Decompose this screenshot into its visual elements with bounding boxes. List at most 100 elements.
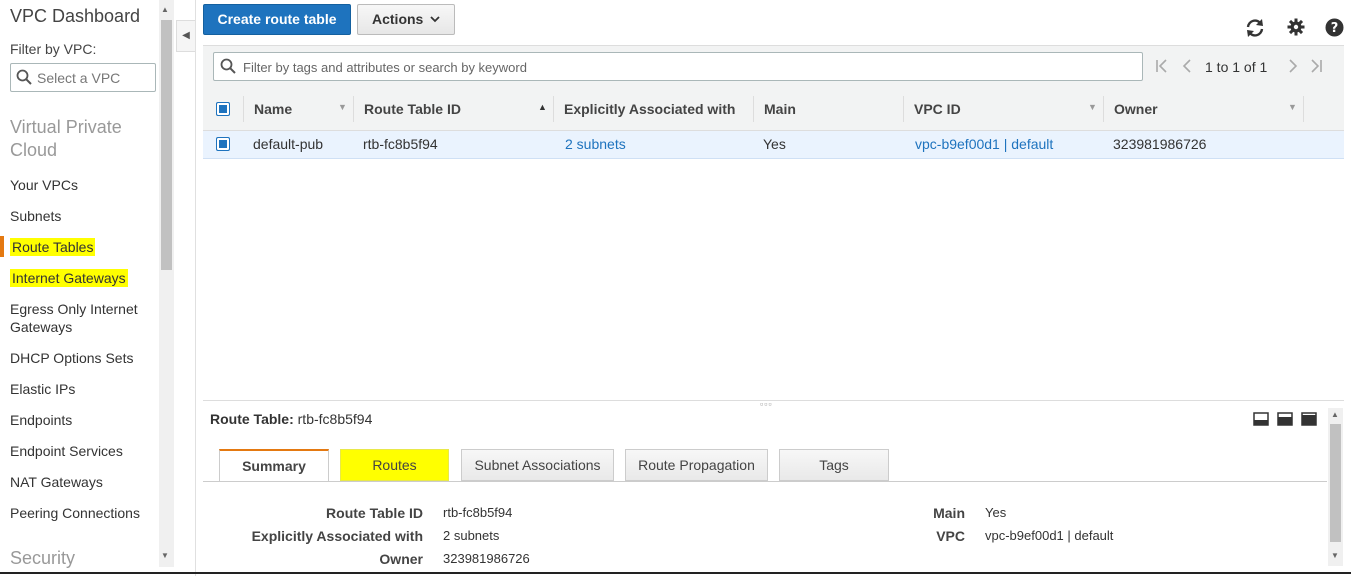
filter-search-input[interactable]: Filter by tags and attributes or search … <box>213 52 1143 81</box>
last-page-icon[interactable] <box>1309 58 1323 77</box>
gear-icon[interactable] <box>1287 18 1305 41</box>
sidebar-item-label: Your VPCs <box>10 177 78 193</box>
scroll-down-arrow-icon[interactable]: ▼ <box>1331 551 1339 560</box>
summary-associated-link[interactable]: 2 subnets <box>443 528 499 543</box>
summary-vpc-label: VPC <box>936 528 965 544</box>
summary-owner-value: 323981986726 <box>443 551 530 566</box>
sidebar-item-elastic-ips[interactable]: Elastic IPs <box>10 380 155 398</box>
sort-down-icon[interactable]: ▼ <box>338 102 347 112</box>
summary-route-table-id-value: rtb-fc8b5f94 <box>443 505 513 520</box>
summary-owner-label: Owner <box>379 551 423 567</box>
help-icon[interactable]: ? <box>1325 18 1344 42</box>
tabs-underline <box>203 481 1327 482</box>
svg-text:?: ? <box>1331 21 1339 36</box>
summary-main-label: Main <box>933 505 965 521</box>
details-title: Route Table: rtb-fc8b5f94 <box>210 411 372 427</box>
cell-name: default-pub <box>253 136 324 152</box>
sidebar-item-your-vpcs[interactable]: Your VPCs <box>10 176 155 194</box>
vpc-select-placeholder: Select a VPC <box>37 70 121 86</box>
scroll-up-arrow-icon[interactable]: ▲ <box>161 5 169 14</box>
sidebar-item-endpoints[interactable]: Endpoints <box>10 411 155 429</box>
sidebar-item-route-tables[interactable]: Route Tables <box>10 238 155 256</box>
cell-associated-link[interactable]: 2 subnets <box>565 136 626 152</box>
row-checkbox[interactable] <box>216 137 230 151</box>
sidebar-item-egress-only-internet-gateways[interactable]: Egress Only Internet Gateways <box>10 300 155 336</box>
column-separator <box>1103 96 1104 122</box>
sidebar-item-label: NAT Gateways <box>10 474 103 490</box>
resize-grip-icon[interactable]: ▫▫▫ <box>760 399 773 409</box>
cell-owner: 323981986726 <box>1113 136 1207 152</box>
details-title-label: Route Table: <box>210 411 294 427</box>
sidebar-item-label: Internet Gateways <box>10 269 128 287</box>
sidebar-scrollbar-thumb[interactable] <box>161 20 172 270</box>
sort-down-icon[interactable]: ▼ <box>1088 102 1097 112</box>
sidebar-divider <box>195 0 196 576</box>
details-pane-border <box>203 400 1344 401</box>
sidebar-item-endpoint-services[interactable]: Endpoint Services <box>10 442 155 460</box>
column-header-owner[interactable]: Owner <box>1114 101 1158 117</box>
tab-tags[interactable]: Tags <box>779 449 889 481</box>
cell-main: Yes <box>763 136 786 152</box>
first-page-icon[interactable] <box>1155 58 1169 77</box>
summary-vpc-link[interactable]: vpc-b9ef00d1 | default <box>985 528 1113 543</box>
tab-routes[interactable]: Routes <box>340 449 449 481</box>
scroll-down-arrow-icon[interactable]: ▼ <box>161 551 169 560</box>
summary-route-table-id-label: Route Table ID <box>326 505 423 521</box>
table-row[interactable]: default-pub rtb-fc8b5f94 2 subnets Yes v… <box>203 131 1344 159</box>
select-all-checkbox[interactable] <box>216 102 230 116</box>
pane-minimize-icon[interactable] <box>1253 412 1269 431</box>
window-bottom-border <box>0 572 1351 574</box>
next-page-icon[interactable] <box>1287 58 1299 77</box>
refresh-icon[interactable] <box>1245 18 1265 43</box>
column-header-main[interactable]: Main <box>764 101 796 117</box>
column-separator <box>903 96 904 122</box>
details-title-value: rtb-fc8b5f94 <box>297 411 373 427</box>
filter-by-vpc-label: Filter by VPC: <box>10 41 97 57</box>
tab-route-propagation[interactable]: Route Propagation <box>625 449 768 481</box>
column-separator <box>243 96 244 122</box>
tab-summary[interactable]: Summary <box>219 449 329 482</box>
sidebar-item-label: Route Tables <box>10 238 96 256</box>
sidebar-item-internet-gateways[interactable]: Internet Gateways <box>10 269 155 287</box>
section-vpc-line1: Virtual Private <box>10 117 122 137</box>
sidebar-item-subnets[interactable]: Subnets <box>10 207 155 225</box>
previous-page-icon[interactable] <box>1181 58 1193 77</box>
vpc-select[interactable]: Select a VPC <box>10 63 156 92</box>
sidebar-item-nat-gateways[interactable]: NAT Gateways <box>10 473 155 491</box>
details-scrollbar-thumb[interactable] <box>1330 424 1341 542</box>
actions-dropdown-button[interactable]: Actions <box>357 4 455 35</box>
sidebar-item-label: Peering Connections <box>10 505 140 521</box>
filter-placeholder: Filter by tags and attributes or search … <box>243 60 527 75</box>
pane-maximize-icon[interactable] <box>1301 412 1317 431</box>
collapse-sidebar-button[interactable]: ◀ <box>176 20 195 52</box>
search-icon <box>220 58 236 79</box>
sort-up-icon[interactable]: ▲ <box>538 102 547 112</box>
pane-half-icon[interactable] <box>1277 412 1293 431</box>
column-separator <box>553 96 554 122</box>
column-separator <box>1303 96 1304 122</box>
sidebar: VPC Dashboard Filter by VPC: Select a VP… <box>0 0 175 576</box>
chevron-down-icon <box>430 5 440 34</box>
sidebar-item-label: Egress Only Internet Gateways <box>10 301 138 335</box>
sidebar-item-label: DHCP Options Sets <box>10 350 134 366</box>
column-header-explicitly-associated[interactable]: Explicitly Associated with <box>564 101 735 117</box>
tab-subnet-associations[interactable]: Subnet Associations <box>461 449 614 481</box>
scroll-up-arrow-icon[interactable]: ▲ <box>1331 410 1339 419</box>
section-vpc-line2: Cloud <box>10 140 58 160</box>
section-vpc-heading: Virtual Private Cloud <box>10 116 122 162</box>
column-header-name[interactable]: Name <box>254 101 292 117</box>
sidebar-title[interactable]: VPC Dashboard <box>10 6 140 27</box>
create-route-table-button[interactable]: Create route table <box>203 4 351 35</box>
pagination-count: 1 to 1 of 1 <box>1205 59 1268 75</box>
section-security-heading: Security <box>10 548 76 568</box>
column-header-vpc-id[interactable]: VPC ID <box>914 101 961 117</box>
summary-main-value: Yes <box>985 505 1007 520</box>
cell-vpc-id-link[interactable]: vpc-b9ef00d1 | default <box>915 136 1053 152</box>
active-nav-indicator <box>0 236 4 257</box>
sidebar-item-dhcp-options-sets[interactable]: DHCP Options Sets <box>10 349 155 367</box>
sidebar-item-peering-connections[interactable]: Peering Connections <box>10 504 155 522</box>
sidebar-item-label: Subnets <box>10 208 62 224</box>
sidebar-item-label: Endpoint Services <box>10 443 123 459</box>
sort-down-icon[interactable]: ▼ <box>1288 102 1297 112</box>
column-header-route-table-id[interactable]: Route Table ID <box>364 101 461 117</box>
